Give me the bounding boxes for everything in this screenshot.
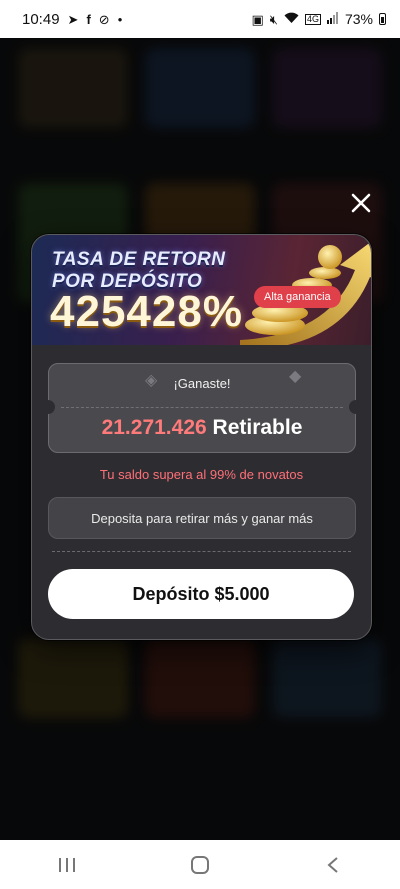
high-gain-badge: Alta ganancia: [254, 286, 341, 308]
volte-icon: 4G: [304, 13, 321, 25]
system-nav-bar: [0, 840, 400, 889]
dot-icon: •: [117, 11, 123, 27]
signal-icon: [326, 12, 339, 26]
lock-icon: ▣: [251, 11, 264, 27]
mute-icon: 🔇︎: [269, 11, 278, 27]
home-button[interactable]: [180, 850, 220, 880]
deposit-button[interactable]: Depósito $5.000: [48, 569, 354, 619]
close-icon: [351, 193, 371, 213]
withdrawable-amount: 21.271.426 Retirable: [49, 416, 355, 440]
facebook-icon: f: [86, 11, 91, 27]
telegram-icon: ➤: [67, 11, 79, 27]
return-percentage: 425428%: [50, 287, 243, 336]
deposit-button-label: Depósito $5.000: [132, 583, 270, 604]
recent-apps-button[interactable]: [47, 850, 87, 880]
amount-value: 21.271.426: [101, 416, 207, 439]
deposit-more-label: Deposita para retirar más y ganar más: [91, 510, 313, 526]
battery-icon: [379, 13, 386, 25]
battery-percent: 73%: [344, 11, 373, 27]
do-not-disturb-icon: ⊘: [98, 11, 110, 27]
reward-modal: TASA DE RETORN POR DEPÓSITO 425428% Alta…: [31, 234, 372, 640]
back-icon: [327, 856, 338, 873]
winnings-ticket: ◈ ◆ ¡Ganaste! 21.271.426 Retirable: [41, 363, 363, 453]
deposit-more-button[interactable]: Deposita para retirar más y ganar más: [48, 497, 356, 539]
recent-apps-icon: [58, 857, 75, 872]
status-bar: 10:49 ➤ f ⊘ • ▣ 🔇︎ 4G 73%: [0, 0, 400, 38]
wifi-icon: [284, 12, 299, 26]
close-button[interactable]: [344, 186, 378, 220]
divider: [52, 551, 351, 552]
clock: 10:49: [22, 10, 60, 28]
back-button[interactable]: [313, 850, 353, 880]
promo-banner: TASA DE RETORN POR DEPÓSITO 425428% Alta…: [32, 235, 371, 345]
won-label: ¡Ganaste!: [173, 376, 231, 391]
home-icon: [190, 855, 209, 874]
balance-note: Tu saldo supera al 99% de novatos: [99, 467, 304, 482]
amount-suffix: Retirable: [212, 416, 303, 439]
banner-title-line1: TASA DE RETORN: [52, 249, 226, 270]
